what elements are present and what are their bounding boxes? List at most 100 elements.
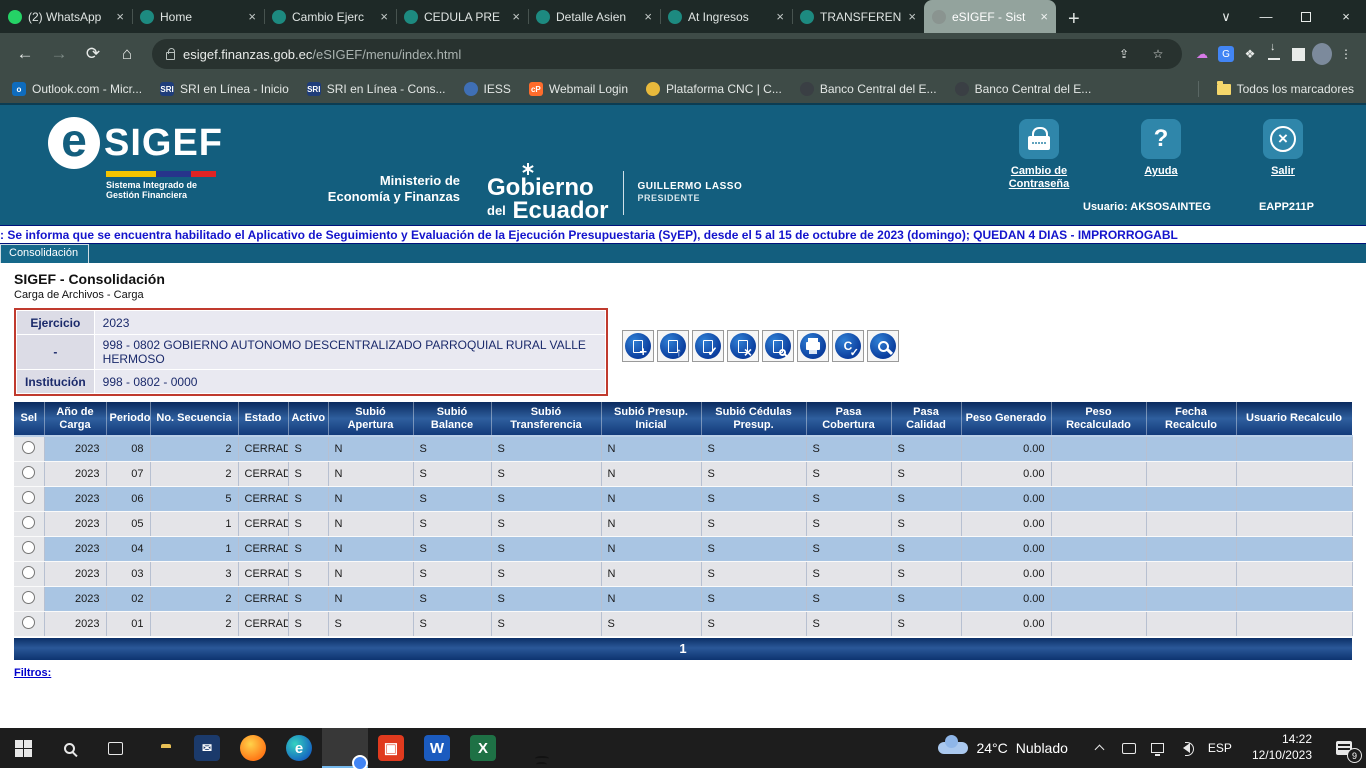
bookmark-item[interactable]: SRISRI en Línea - Inicio (160, 82, 289, 96)
taskbar-search-button[interactable] (46, 728, 92, 768)
tablet-mode-icon[interactable] (1121, 743, 1137, 754)
print-button[interactable] (797, 330, 829, 362)
downloads-icon[interactable] (1264, 44, 1284, 64)
taskbar-app-firefox[interactable] (230, 728, 276, 768)
new-document-button[interactable] (622, 330, 654, 362)
column-header[interactable]: Subió Balance (413, 402, 491, 436)
row-select-radio[interactable] (22, 566, 35, 579)
taskbar-app-chrome[interactable] (322, 728, 368, 768)
browser-tab[interactable]: At Ingresos× (660, 0, 792, 33)
language-indicator[interactable]: ESP (1208, 741, 1232, 755)
taskbar-app-spotify[interactable] (506, 728, 552, 768)
column-header[interactable]: Subió Transferencia (491, 402, 601, 436)
column-header[interactable]: Sel (14, 402, 44, 436)
tab-close-icon[interactable]: × (908, 9, 916, 24)
row-select-radio[interactable] (22, 516, 35, 529)
page-number[interactable]: 1 (679, 641, 686, 656)
tab-close-icon[interactable]: × (1040, 9, 1048, 24)
browser-tab[interactable]: TRANSFEREN× (792, 0, 924, 33)
clock[interactable]: 14:22 12/10/2023 (1242, 732, 1322, 763)
profile-avatar[interactable] (1312, 44, 1332, 64)
taskbar-app-red-app[interactable]: ▣ (368, 728, 414, 768)
column-header[interactable]: Periodo (106, 402, 150, 436)
column-header[interactable]: Usuario Recalculo (1236, 402, 1352, 436)
column-header[interactable]: Estado (238, 402, 288, 436)
taskbar-app-file-explorer[interactable] (138, 728, 184, 768)
side-panel-icon[interactable] (1288, 44, 1308, 64)
column-header[interactable]: Subió Apertura (328, 402, 413, 436)
browser-tab[interactable]: Home× (132, 0, 264, 33)
home-button[interactable]: ⌂ (112, 39, 142, 69)
network-icon[interactable] (1150, 743, 1166, 753)
bookmark-item[interactable]: SRISRI en Línea - Cons... (307, 82, 446, 96)
tab-close-icon[interactable]: × (644, 9, 652, 24)
cambio-de-contraseña-button[interactable]: Cambio de Contraseña (996, 119, 1082, 191)
share-icon[interactable]: ⇪ (1114, 44, 1134, 64)
column-header[interactable]: No. Secuencia (150, 402, 238, 436)
weather-extension-icon[interactable]: ☁ (1192, 44, 1212, 64)
tab-search-chevron-icon[interactable]: ∨ (1206, 0, 1246, 33)
bookmark-star-icon[interactable]: ☆ (1148, 44, 1168, 64)
column-header[interactable]: Año de Carga (44, 402, 106, 436)
close-window-button[interactable]: × (1326, 0, 1366, 33)
row-select-radio[interactable] (22, 491, 35, 504)
minimize-button[interactable]: — (1246, 0, 1286, 33)
bookmark-item[interactable]: IESS (464, 82, 511, 96)
save-upload-button[interactable] (657, 330, 689, 362)
column-header[interactable]: Pasa Cobertura (806, 402, 891, 436)
browser-tab[interactable]: Detalle Asien× (528, 0, 660, 33)
row-select-radio[interactable] (22, 616, 35, 629)
taskbar-app-mail-app[interactable]: ✉ (184, 728, 230, 768)
taskbar-app-word[interactable]: W (414, 728, 460, 768)
tab-close-icon[interactable]: × (512, 9, 520, 24)
delete-record-button[interactable] (727, 330, 759, 362)
bookmark-item[interactable]: Plataforma CNC | C... (646, 82, 782, 96)
row-select-radio[interactable] (22, 591, 35, 604)
reload-button[interactable]: ⟳ (78, 39, 108, 69)
maximize-button[interactable] (1286, 0, 1326, 33)
browser-tab[interactable]: eSIGEF - Sist× (924, 0, 1056, 33)
consult-search-button[interactable] (867, 330, 899, 362)
column-header[interactable]: Fecha Recalculo (1146, 402, 1236, 436)
row-select-radio[interactable] (22, 466, 35, 479)
column-header[interactable]: Subió Cédulas Presup. (701, 402, 806, 436)
weather-widget[interactable]: 24°C Nublado (924, 740, 1081, 756)
volume-icon[interactable] (1179, 743, 1195, 753)
preview-document-button[interactable] (762, 330, 794, 362)
browser-tab[interactable]: Cambio Ejerc× (264, 0, 396, 33)
tab-consolidacion[interactable]: Consolidación (0, 244, 89, 263)
row-select-radio[interactable] (22, 441, 35, 454)
browser-menu-icon[interactable]: ⋮ (1336, 44, 1356, 64)
row-select-radio[interactable] (22, 541, 35, 554)
tab-close-icon[interactable]: × (776, 9, 784, 24)
start-button[interactable] (0, 728, 46, 768)
ayuda-button[interactable]: ?Ayuda (1118, 119, 1204, 191)
bookmark-item[interactable]: Banco Central del E... (955, 82, 1092, 96)
address-bar[interactable]: esigef.finanzas.gob.ec/eSIGEF/menu/index… (152, 39, 1182, 69)
column-header[interactable]: Peso Recalculado (1051, 402, 1146, 436)
salir-button[interactable]: ×Salir (1240, 119, 1326, 191)
translate-extension-icon[interactable]: G (1216, 44, 1236, 64)
bookmark-item[interactable]: Banco Central del E... (800, 82, 937, 96)
task-view-button[interactable] (92, 728, 138, 768)
tab-close-icon[interactable]: × (116, 9, 124, 24)
column-header[interactable]: Subió Presup. Inicial (601, 402, 701, 436)
tab-close-icon[interactable]: × (380, 9, 388, 24)
column-header[interactable]: Pasa Calidad (891, 402, 961, 436)
taskbar-app-edge[interactable]: e (276, 728, 322, 768)
browser-tab[interactable]: (2) WhatsApp× (0, 0, 132, 33)
new-tab-button[interactable]: + (1056, 5, 1092, 33)
validate-document-button[interactable] (692, 330, 724, 362)
bookmark-item[interactable]: oOutlook.com - Micr... (12, 82, 142, 96)
confirm-load-button[interactable]: C✓ (832, 330, 864, 362)
taskbar-app-excel[interactable]: X (460, 728, 506, 768)
browser-tab[interactable]: CEDULA PRE× (396, 0, 528, 33)
notification-center-button[interactable]: 9 (1322, 728, 1366, 768)
all-bookmarks-button[interactable]: Todos los marcadores (1217, 82, 1354, 96)
column-header[interactable]: Activo (288, 402, 328, 436)
tray-overflow-chevron[interactable] (1092, 743, 1108, 753)
forward-button[interactable]: → (44, 39, 74, 69)
bookmark-item[interactable]: cPWebmail Login (529, 82, 628, 96)
extensions-puzzle-icon[interactable]: ❖ (1240, 44, 1260, 64)
back-button[interactable]: ← (10, 39, 40, 69)
